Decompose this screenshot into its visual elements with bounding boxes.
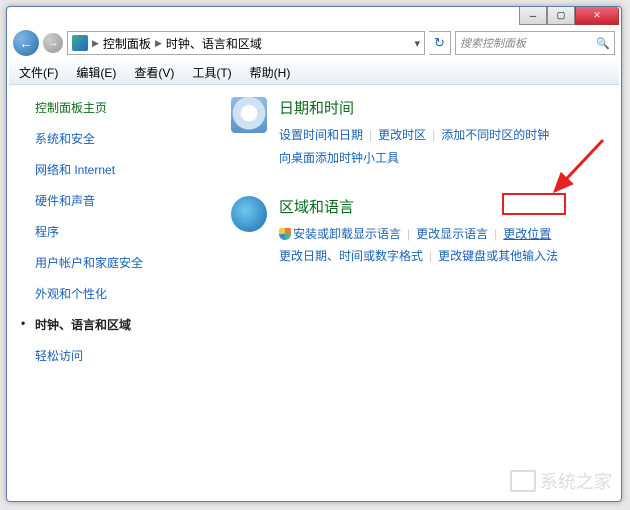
separator: | — [369, 128, 372, 142]
chevron-down-icon[interactable]: ▾ — [414, 37, 420, 50]
close-button[interactable]: ✕ — [575, 7, 619, 25]
task-link[interactable]: 更改位置 — [503, 227, 551, 241]
minimize-button[interactable]: ─ — [519, 7, 547, 25]
watermark: 系统之家 — [510, 468, 612, 494]
menu-bar: 文件(F) 编辑(E) 查看(V) 工具(T) 帮助(H) — [9, 61, 619, 85]
menu-view[interactable]: 查看(V) — [134, 64, 174, 81]
separator: | — [494, 227, 497, 241]
chevron-right-icon: ▶ — [92, 38, 99, 49]
shield-icon — [279, 228, 291, 240]
sidebar-item-0[interactable]: 系统和安全 — [21, 130, 201, 147]
refresh-button[interactable]: ↻ — [429, 31, 451, 55]
sidebar-item-1[interactable]: 网络和 Internet — [21, 161, 201, 178]
window-controls: ─ ▢ ✕ — [519, 7, 619, 25]
chevron-right-icon: ▶ — [155, 38, 162, 49]
breadcrumb[interactable]: ▶ 控制面板 ▶ 时钟、语言和区域 ▾ — [67, 31, 425, 55]
category-0: 日期和时间设置时间和日期 | 更改时区 | 添加不同时区的时钟向桌面添加时钟小工具 — [231, 97, 601, 170]
task-link[interactable]: 更改键盘或其他输入法 — [438, 249, 558, 263]
breadcrumb-root[interactable]: 控制面板 — [103, 35, 151, 52]
globe-icon — [231, 196, 267, 232]
category-title[interactable]: 区域和语言 — [279, 196, 601, 217]
category-1: 区域和语言安装或卸载显示语言 | 更改显示语言 | 更改位置更改日期、时间或数字格式 | 更… — [231, 196, 601, 269]
maximize-button[interactable]: ▢ — [547, 7, 575, 25]
task-link[interactable]: 添加不同时区的时钟 — [441, 128, 549, 142]
address-bar: ← → ▶ 控制面板 ▶ 时钟、语言和区域 ▾ ↻ 搜索控制面板 🔍 — [13, 29, 615, 57]
search-input[interactable]: 搜索控制面板 🔍 — [455, 31, 615, 55]
control-panel-icon — [72, 35, 88, 51]
nav-forward-button[interactable]: → — [43, 33, 63, 53]
search-icon: 🔍 — [596, 37, 610, 50]
menu-help[interactable]: 帮助(H) — [250, 64, 291, 81]
watermark-text: 系统之家 — [540, 468, 612, 494]
separator: | — [429, 249, 432, 263]
sidebar-item-7[interactable]: 轻松访问 — [21, 347, 201, 364]
category-links: 安装或卸载显示语言 | 更改显示语言 | 更改位置更改日期、时间或数字格式 | 更改键盘或其… — [279, 223, 601, 269]
sidebar: 控制面板主页 系统和安全网络和 Internet 硬件和声音程序用户帐户和家庭安全… — [9, 85, 213, 499]
task-link[interactable]: 安装或卸载显示语言 — [293, 227, 401, 241]
category-title[interactable]: 日期和时间 — [279, 97, 601, 118]
sidebar-item-2[interactable]: 硬件和声音 — [21, 192, 201, 209]
nav-back-button[interactable]: ← — [13, 30, 39, 56]
separator: | — [407, 227, 410, 241]
clock-icon — [231, 97, 267, 133]
sidebar-item-5[interactable]: 外观和个性化 — [21, 285, 201, 302]
menu-file[interactable]: 文件(F) — [19, 64, 58, 81]
task-link[interactable]: 更改时区 — [378, 128, 426, 142]
sidebar-title[interactable]: 控制面板主页 — [21, 99, 201, 116]
task-link[interactable]: 更改显示语言 — [416, 227, 488, 241]
content-area: 控制面板主页 系统和安全网络和 Internet 硬件和声音程序用户帐户和家庭安全… — [9, 85, 619, 499]
control-panel-window: ─ ▢ ✕ ← → ▶ 控制面板 ▶ 时钟、语言和区域 ▾ ↻ 搜索控制面板 🔍… — [6, 6, 622, 502]
task-link[interactable]: 更改日期、时间或数字格式 — [279, 249, 423, 263]
sidebar-item-4[interactable]: 用户帐户和家庭安全 — [21, 254, 201, 271]
main-panel: 日期和时间设置时间和日期 | 更改时区 | 添加不同时区的时钟向桌面添加时钟小工具区域和… — [213, 85, 619, 499]
menu-tools[interactable]: 工具(T) — [192, 64, 231, 81]
breadcrumb-current[interactable]: 时钟、语言和区域 — [166, 35, 262, 52]
sidebar-item-3[interactable]: 程序 — [21, 223, 201, 240]
category-links: 设置时间和日期 | 更改时区 | 添加不同时区的时钟向桌面添加时钟小工具 — [279, 124, 601, 170]
sidebar-item-6[interactable]: 时钟、语言和区域 — [21, 316, 201, 333]
watermark-logo — [510, 470, 536, 492]
search-placeholder: 搜索控制面板 — [460, 35, 526, 51]
menu-edit[interactable]: 编辑(E) — [76, 64, 116, 81]
task-link[interactable]: 设置时间和日期 — [279, 128, 363, 142]
task-link[interactable]: 向桌面添加时钟小工具 — [279, 151, 399, 165]
separator: | — [432, 128, 435, 142]
